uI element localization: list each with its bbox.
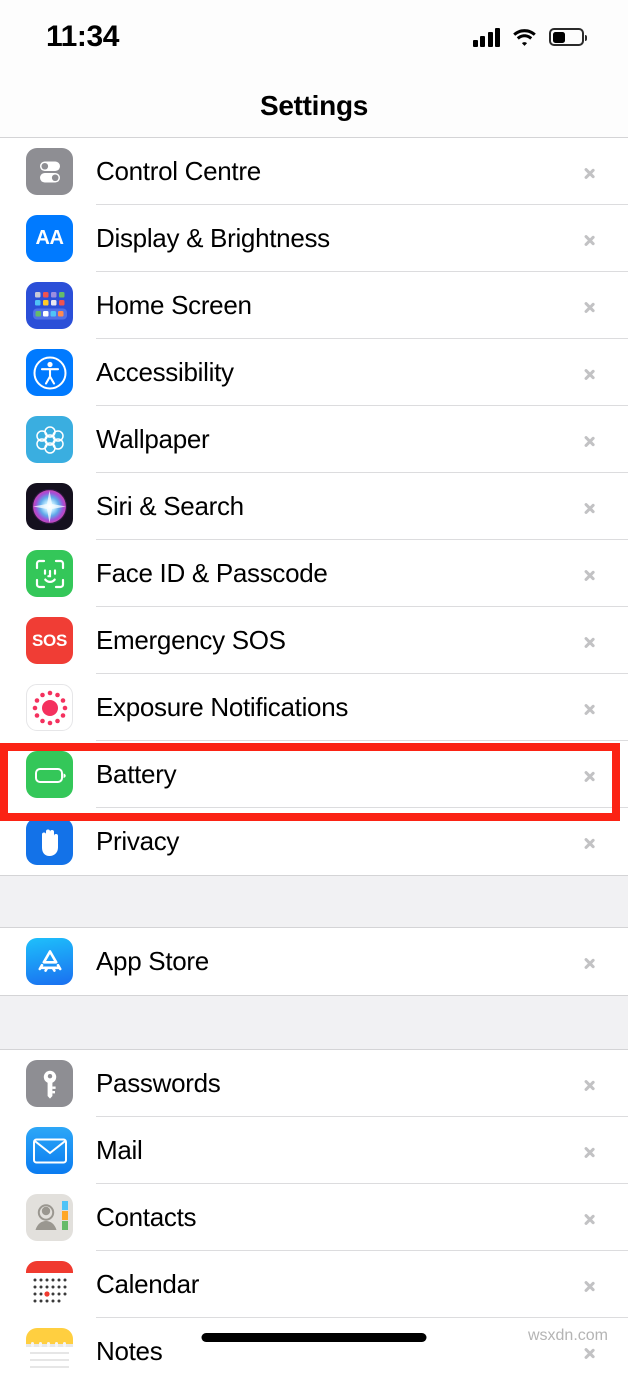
- settings-row-label: Calendar: [96, 1269, 200, 1299]
- home-indicator: [201, 1333, 427, 1342]
- cellular-bars-icon: [472, 27, 500, 47]
- wallpaper-icon: [26, 416, 73, 463]
- settings-row-label: Exposure Notifications: [96, 692, 349, 722]
- chevron-right-icon: [583, 429, 596, 451]
- watermark: wsxdn.com: [527, 1327, 608, 1344]
- settings-row-privacy[interactable]: Privacy: [0, 808, 628, 875]
- settings-row-siri-search[interactable]: Siri & Search: [0, 473, 628, 540]
- accessibility-icon: [26, 349, 73, 396]
- chevron-right-icon: [583, 951, 596, 973]
- group-separator: [0, 875, 628, 928]
- control-centre-icon: [26, 148, 73, 195]
- settings-row-label: Accessibility: [96, 357, 234, 387]
- settings-row-accessibility[interactable]: Accessibility: [0, 339, 628, 406]
- siri-search-icon: [26, 483, 73, 530]
- settings-row-face-id-passcode[interactable]: Face ID & Passcode: [0, 540, 628, 607]
- chevron-right-icon: [583, 831, 596, 853]
- settings-row-label: Mail: [96, 1135, 143, 1165]
- chevron-right-icon: [583, 1274, 596, 1296]
- settings-row-label: Passwords: [96, 1068, 221, 1098]
- settings-row-label: Face ID & Passcode: [96, 558, 328, 588]
- app-store-icon: [26, 938, 73, 985]
- system-group: Control Centre AA Display & Brightness H…: [0, 138, 628, 875]
- status-bar-clock: 11:34: [46, 20, 120, 53]
- chevron-right-icon: [583, 1140, 596, 1162]
- chevron-right-icon: [583, 764, 596, 786]
- settings-row-label: Contacts: [96, 1202, 197, 1232]
- settings-row-label: Battery: [96, 759, 177, 789]
- face-id-icon: [26, 550, 73, 597]
- chevron-right-icon: [583, 563, 596, 585]
- settings-row-display-brightness[interactable]: AA Display & Brightness: [0, 205, 628, 272]
- nav-bar: Settings: [0, 74, 628, 138]
- status-bar-indicators: [472, 27, 587, 47]
- calendar-icon: [26, 1261, 73, 1308]
- wifi-icon: [512, 28, 537, 47]
- chevron-right-icon: [583, 161, 596, 183]
- store-group: App Store: [0, 928, 628, 995]
- chevron-right-icon: [583, 1073, 596, 1095]
- settings-row-label: Wallpaper: [96, 424, 210, 454]
- passwords-icon: [26, 1060, 73, 1107]
- settings-row-calendar[interactable]: Calendar: [0, 1251, 628, 1318]
- settings-row-label: Siri & Search: [96, 491, 244, 521]
- battery-icon: [549, 28, 587, 46]
- chevron-right-icon: [583, 228, 596, 250]
- status-bar: 11:34: [0, 0, 628, 74]
- settings-row-control-centre[interactable]: Control Centre: [0, 138, 628, 205]
- contacts-icon: [26, 1194, 73, 1241]
- chevron-right-icon: [583, 295, 596, 317]
- home-screen-icon: [26, 282, 73, 329]
- settings-row-label: Control Centre: [96, 156, 261, 186]
- settings-row-passwords[interactable]: Passwords: [0, 1050, 628, 1117]
- display-brightness-icon: AA: [26, 215, 73, 262]
- settings-row-battery[interactable]: Battery: [0, 741, 628, 808]
- chevron-right-icon: [583, 630, 596, 652]
- settings-row-home-screen[interactable]: Home Screen: [0, 272, 628, 339]
- privacy-icon: [26, 818, 73, 865]
- exposure-notifications-icon: [26, 684, 73, 731]
- settings-row-label: Display & Brightness: [96, 223, 330, 253]
- settings-row-wallpaper[interactable]: Wallpaper: [0, 406, 628, 473]
- settings-row-label: App Store: [96, 946, 209, 976]
- chevron-right-icon: [583, 697, 596, 719]
- notes-icon: [26, 1328, 73, 1375]
- emergency-sos-icon: SOS: [26, 617, 73, 664]
- settings-row-contacts[interactable]: Contacts: [0, 1184, 628, 1251]
- display-brightness-glyph: AA: [35, 227, 64, 249]
- settings-row-exposure-notifications[interactable]: Exposure Notifications: [0, 674, 628, 741]
- settings-row-emergency-sos[interactable]: SOS Emergency SOS: [0, 607, 628, 674]
- settings-row-label: Privacy: [96, 826, 180, 856]
- mail-icon: [26, 1127, 73, 1174]
- group-separator: [0, 995, 628, 1050]
- chevron-right-icon: [583, 496, 596, 518]
- settings-row-app-store[interactable]: App Store: [0, 928, 628, 995]
- emergency-sos-glyph: SOS: [31, 630, 67, 650]
- chevron-right-icon: [583, 362, 596, 384]
- settings-list[interactable]: Control Centre AA Display & Brightness H…: [0, 138, 628, 1385]
- battery-settings-icon: [26, 751, 73, 798]
- settings-row-label: Emergency SOS: [96, 625, 286, 655]
- settings-row-label: Home Screen: [96, 290, 252, 320]
- settings-row-mail[interactable]: Mail: [0, 1117, 628, 1184]
- page-title: Settings: [259, 90, 369, 121]
- chevron-right-icon: [583, 1207, 596, 1229]
